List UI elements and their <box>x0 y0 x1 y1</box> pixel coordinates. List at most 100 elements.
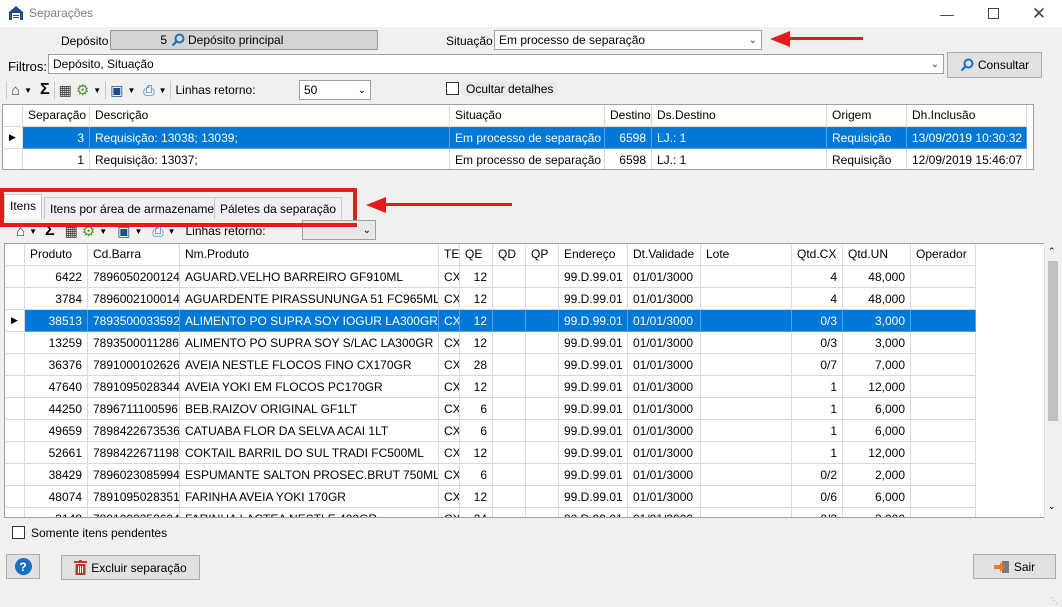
minimize-button[interactable]: — <box>924 0 970 27</box>
column-header[interactable]: Separação <box>23 105 90 127</box>
print-icon[interactable]: ⎙ <box>143 82 154 99</box>
column-header[interactable]: Situação <box>450 105 605 127</box>
table-cell <box>493 398 526 420</box>
table-cell: FARINHA LACTEA NESTLE 400GR <box>180 508 439 517</box>
table-cell: 7891095028344 <box>88 376 180 398</box>
column-header[interactable]: Produto <box>25 244 88 266</box>
table-cell: Requisição: 13037; <box>90 149 450 169</box>
column-header[interactable]: Operador <box>911 244 976 266</box>
table-cell: 6598 <box>605 149 652 169</box>
column-header[interactable]: Endereço <box>559 244 628 266</box>
table-cell <box>526 376 559 398</box>
consultar-button[interactable]: Consultar <box>947 52 1042 78</box>
row-selector[interactable] <box>3 149 23 169</box>
column-header[interactable]: QD <box>493 244 526 266</box>
dropdown-arrow-icon[interactable]: ▼ <box>29 227 37 236</box>
column-header[interactable]: Qtd.CX <box>792 244 843 266</box>
table-cell: 7,000 <box>843 354 911 376</box>
table-cell: CX <box>439 266 460 288</box>
sum-icon[interactable]: Σ <box>40 81 50 99</box>
separacoes-grid[interactable]: Separação Descrição Situação Destino Ds.Dest… <box>2 104 1034 170</box>
table-cell: 7891000252604 <box>88 508 180 517</box>
row-selector[interactable] <box>5 486 25 508</box>
row-selector[interactable] <box>5 442 25 464</box>
gear-icon[interactable]: ⚙ <box>76 81 89 99</box>
dropdown-arrow-icon[interactable]: ▼ <box>93 86 101 95</box>
itens-grid[interactable]: Produto Cd.Barra Nm.Produto TE QE QD QP Endereç… <box>4 243 1045 518</box>
dropdown-arrow-icon[interactable]: ▼ <box>159 86 167 95</box>
table-cell <box>526 354 559 376</box>
separator <box>53 81 55 99</box>
column-header[interactable]: QP <box>526 244 559 266</box>
scroll-thumb[interactable] <box>1048 261 1058 421</box>
itens-scrollbar[interactable]: ⌃ ⌄ <box>1044 243 1060 518</box>
table-cell <box>493 332 526 354</box>
column-header[interactable]: Nm.Produto <box>180 244 439 266</box>
grid-icon[interactable]: ▦ <box>59 82 72 99</box>
table-cell: LJ.: 1 <box>652 127 827 149</box>
table-cell: Em processo de separação <box>450 127 605 149</box>
row-selector[interactable] <box>5 332 25 354</box>
row-selector[interactable] <box>5 398 25 420</box>
column-header[interactable]: Lote <box>701 244 792 266</box>
annotation-box-bottom <box>0 223 357 227</box>
row-selector[interactable] <box>5 354 25 376</box>
filtros-field[interactable]: Depósito, Situação ⌄ <box>48 54 944 74</box>
column-header[interactable]: QE <box>460 244 493 266</box>
column-header[interactable]: Destino <box>605 105 652 127</box>
dropdown-arrow-icon[interactable]: ▼ <box>99 227 107 236</box>
deposito-field[interactable]: 5 Depósito principal <box>110 30 378 50</box>
help-button[interactable]: ? <box>6 554 40 579</box>
table-cell: 2,000 <box>843 464 911 486</box>
somente-pendentes-checkbox[interactable] <box>12 526 25 539</box>
dropdown-arrow-icon[interactable]: ▼ <box>134 227 142 236</box>
excluir-separacao-label: Excluir separação <box>91 560 187 575</box>
row-selector[interactable]: ▶ <box>3 127 23 149</box>
column-header[interactable]: Descrição <box>90 105 450 127</box>
scroll-down-icon[interactable]: ⌄ <box>1048 501 1056 512</box>
table-cell <box>911 464 976 486</box>
row-selector[interactable] <box>5 464 25 486</box>
table-cell: CX <box>439 332 460 354</box>
scroll-up-icon[interactable]: ⌃ <box>1048 246 1056 257</box>
row-selector[interactable] <box>5 266 25 288</box>
table-cell: 3148 <box>25 508 88 517</box>
row-selector[interactable] <box>5 288 25 310</box>
table-cell: 3 <box>23 127 90 149</box>
dropdown-arrow-icon[interactable]: ▼ <box>168 227 176 236</box>
table-cell: ALIMENTO PO SUPRA SOY IOGUR LA300GR <box>180 310 439 332</box>
row-selector[interactable]: ▶ <box>5 310 25 332</box>
row-selector[interactable] <box>5 420 25 442</box>
table-cell <box>493 508 526 517</box>
dropdown-arrow-icon[interactable]: ▼ <box>24 86 32 95</box>
column-header[interactable]: TE <box>439 244 460 266</box>
column-header[interactable]: Origem <box>827 105 907 127</box>
linhas-retorno-label: Linhas retorno: <box>175 83 256 97</box>
home-icon[interactable]: ⌂ <box>11 82 20 99</box>
sair-button[interactable]: Sair <box>973 554 1056 579</box>
column-header[interactable]: Qtd.UN <box>843 244 911 266</box>
dropdown-arrow-icon[interactable]: ▼ <box>127 86 135 95</box>
column-header[interactable]: Cd.Barra <box>88 244 180 266</box>
table-cell: 1 <box>23 149 90 169</box>
ocultar-detalhes-checkbox[interactable] <box>446 82 459 95</box>
export-icon[interactable]: ▣ <box>110 82 123 99</box>
table-cell: Requisição <box>827 149 907 169</box>
table-cell: 99.D.99.01 <box>559 442 628 464</box>
row-selector[interactable] <box>5 376 25 398</box>
maximize-button[interactable] <box>970 0 1016 27</box>
title-bar: Separações — ✕ <box>0 0 1062 27</box>
table-cell: CX <box>439 508 460 517</box>
excluir-separacao-button[interactable]: Excluir separação <box>61 555 200 580</box>
column-header[interactable]: Dt.Validade <box>628 244 701 266</box>
column-header[interactable]: Dh.Inclusão <box>907 105 1027 127</box>
resize-grip-icon[interactable]: ⋱ <box>1050 596 1058 605</box>
column-header[interactable]: Ds.Destino <box>652 105 827 127</box>
search-icon[interactable] <box>171 33 185 47</box>
situacao-select[interactable]: Em processo de separação ⌄ <box>494 30 762 50</box>
table-cell <box>526 486 559 508</box>
linhas-retorno-select[interactable]: 50 ⌄ <box>299 80 371 100</box>
row-selector[interactable] <box>5 508 25 517</box>
table-cell: 3784 <box>25 288 88 310</box>
close-button[interactable]: ✕ <box>1016 0 1062 27</box>
